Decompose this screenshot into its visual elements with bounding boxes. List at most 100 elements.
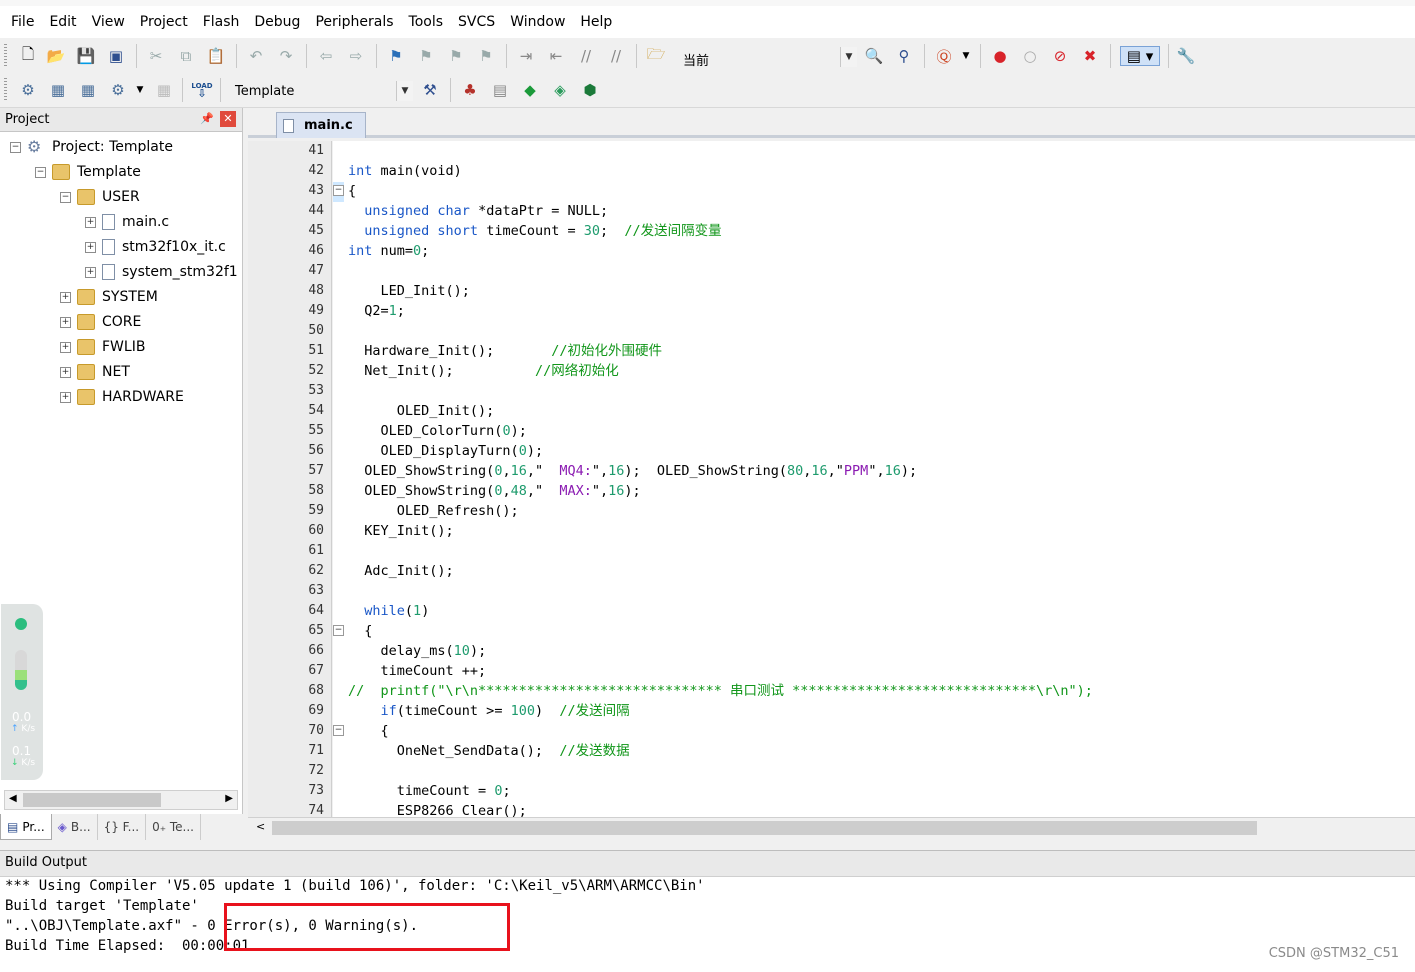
code-line[interactable]: LED_Init();: [348, 281, 470, 301]
toolbar-grip[interactable]: [4, 44, 7, 68]
stop-build-icon[interactable]: ▦: [154, 80, 174, 100]
menu-edit[interactable]: Edit: [42, 12, 84, 32]
tree-item-core[interactable]: + CORE: [60, 310, 141, 334]
menu-peripherals[interactable]: Peripherals: [308, 12, 401, 32]
fold-collapse-icon[interactable]: −: [333, 725, 344, 736]
menu-help[interactable]: Help: [573, 12, 620, 32]
code-editor[interactable]: int main(void) −{ unsigned char *dataPtr …: [333, 141, 1415, 817]
code-line[interactable]: {: [348, 621, 372, 641]
translate-icon[interactable]: ⚙: [18, 80, 38, 100]
code-line[interactable]: Adc_Init();: [348, 561, 453, 581]
code-line[interactable]: OneNet_SendData(); //发送数据: [348, 741, 630, 761]
new-file-icon[interactable]: 🗋: [18, 45, 38, 66]
file-extensions-icon[interactable]: ▤: [490, 80, 510, 100]
code-line[interactable]: OLED_ShowString(0,48," MAX:",16);: [348, 481, 640, 501]
collapse-icon[interactable]: −: [35, 166, 46, 178]
unindent-icon[interactable]: ⇤: [546, 46, 566, 66]
comment-icon[interactable]: //: [576, 46, 596, 66]
find-in-files-icon[interactable]: 🗁: [646, 45, 666, 66]
configure-wrench-icon[interactable]: 🔧: [1176, 46, 1196, 66]
tab-functions[interactable]: {} F...: [98, 814, 147, 840]
batch-build-icon[interactable]: ⚙: [108, 80, 128, 100]
expand-icon[interactable]: +: [60, 341, 71, 353]
select-packs-icon[interactable]: ◈: [550, 80, 570, 100]
disable-breakpoints-icon[interactable]: ⊘: [1050, 46, 1070, 66]
enable-breakpoint-icon[interactable]: ○: [1020, 46, 1040, 66]
code-line[interactable]: OLED_Refresh();: [348, 501, 519, 521]
code-line[interactable]: OLED_Init();: [348, 401, 495, 421]
tree-item-file[interactable]: + system_stm32f1: [85, 260, 238, 284]
tree-item-project[interactable]: − ⚙ Project: Template: [10, 135, 173, 159]
collapse-icon[interactable]: −: [10, 141, 21, 153]
close-icon[interactable]: ✕: [220, 111, 236, 127]
debug-session-icon[interactable]: Ⓠ: [934, 46, 954, 66]
project-horizontal-scrollbar[interactable]: ◀ ▶: [4, 790, 238, 810]
menu-tools[interactable]: Tools: [402, 12, 452, 32]
pin-icon[interactable]: 📌: [200, 112, 214, 125]
editor-horizontal-scrollbar[interactable]: <: [248, 817, 1415, 837]
scroll-thumb[interactable]: [23, 793, 161, 807]
find-icon[interactable]: 🔍: [864, 46, 884, 66]
open-folder-icon[interactable]: 📂: [46, 46, 66, 66]
kill-breakpoints-icon[interactable]: ✖: [1080, 46, 1100, 66]
scroll-left-icon[interactable]: ◀: [9, 793, 17, 804]
insert-breakpoint-icon[interactable]: ●: [990, 46, 1010, 66]
target-options-icon[interactable]: ⚒: [420, 80, 440, 100]
tree-item-net[interactable]: + NET: [60, 360, 130, 384]
save-icon[interactable]: 💾: [76, 46, 96, 66]
scroll-left-icon[interactable]: <: [256, 820, 265, 833]
code-line[interactable]: unsigned short timeCount = 30; //发送间隔变量: [348, 221, 721, 241]
tab-project[interactable]: ▤ Pr...: [0, 814, 52, 840]
network-speed-widget[interactable]: 0.0 ↑ K/s 0.1 ↓ K/s: [1, 604, 43, 780]
menu-window[interactable]: Window: [503, 12, 573, 32]
expand-icon[interactable]: +: [85, 266, 96, 278]
menu-view[interactable]: View: [85, 12, 133, 32]
code-line[interactable]: Q2=1;: [348, 301, 405, 321]
code-line[interactable]: int num=0;: [348, 241, 429, 261]
code-line[interactable]: OLED_ColorTurn(0);: [348, 421, 527, 441]
copy-icon[interactable]: ⧉: [176, 46, 196, 66]
fold-collapse-icon[interactable]: −: [333, 185, 344, 196]
code-line[interactable]: if(timeCount >= 100) //发送间隔: [348, 701, 630, 721]
code-line[interactable]: OLED_DisplayTurn(0);: [348, 441, 544, 461]
incremental-find-icon[interactable]: ⚲: [894, 46, 914, 66]
expand-icon[interactable]: +: [60, 291, 71, 303]
tree-item-target[interactable]: − Template: [35, 160, 141, 184]
tree-item-user[interactable]: − USER: [60, 185, 140, 209]
navigate-back-icon[interactable]: ⇦: [316, 46, 336, 66]
code-line[interactable]: // printf("\r\n*************************…: [348, 681, 1093, 701]
menu-file[interactable]: File: [4, 12, 42, 32]
target-select[interactable]: Template ▼: [228, 80, 414, 102]
menu-flash[interactable]: Flash: [196, 12, 248, 32]
tab-books[interactable]: ◈ B...: [52, 814, 98, 840]
bookmark-prev-icon[interactable]: ⚑: [416, 46, 436, 66]
cut-icon[interactable]: ✂: [146, 46, 166, 66]
bookmark-clear-icon[interactable]: ⚑: [476, 46, 496, 66]
menu-svcs[interactable]: SVCS: [451, 12, 503, 32]
expand-icon[interactable]: +: [60, 316, 71, 328]
menu-debug[interactable]: Debug: [247, 12, 308, 32]
chevron-down-icon[interactable]: ▼: [956, 46, 976, 66]
scroll-right-icon[interactable]: ▶: [225, 793, 233, 804]
navigate-forward-icon[interactable]: ⇨: [346, 46, 366, 66]
find-combo[interactable]: 当前 ▼: [676, 46, 858, 69]
bookmark-next-icon[interactable]: ⚑: [446, 46, 466, 66]
save-all-icon[interactable]: ▣: [106, 46, 126, 66]
uncomment-icon[interactable]: //: [606, 46, 626, 66]
code-line[interactable]: Hardware_Init(); //初始化外围硬件: [348, 341, 662, 361]
collapse-icon[interactable]: −: [60, 191, 71, 203]
rebuild-icon[interactable]: ▦: [78, 80, 98, 100]
tree-item-hardware[interactable]: + HARDWARE: [60, 385, 184, 409]
expand-icon[interactable]: +: [60, 366, 71, 378]
code-line[interactable]: delay_ms(10);: [348, 641, 487, 661]
scroll-thumb[interactable]: [272, 821, 1257, 835]
code-line[interactable]: ESP8266_Clear();: [348, 801, 527, 817]
code-line[interactable]: {: [348, 181, 356, 201]
tree-item-system[interactable]: + SYSTEM: [60, 285, 158, 309]
tree-item-file[interactable]: + main.c: [85, 210, 169, 234]
tree-item-file[interactable]: + stm32f10x_it.c: [85, 235, 226, 259]
toolbar-grip[interactable]: [4, 78, 7, 102]
download-load-icon[interactable]: LOAD ⇩: [191, 80, 212, 100]
chevron-down-icon[interactable]: ▼: [130, 80, 150, 100]
code-line[interactable]: unsigned char *dataPtr = NULL;: [348, 201, 608, 221]
